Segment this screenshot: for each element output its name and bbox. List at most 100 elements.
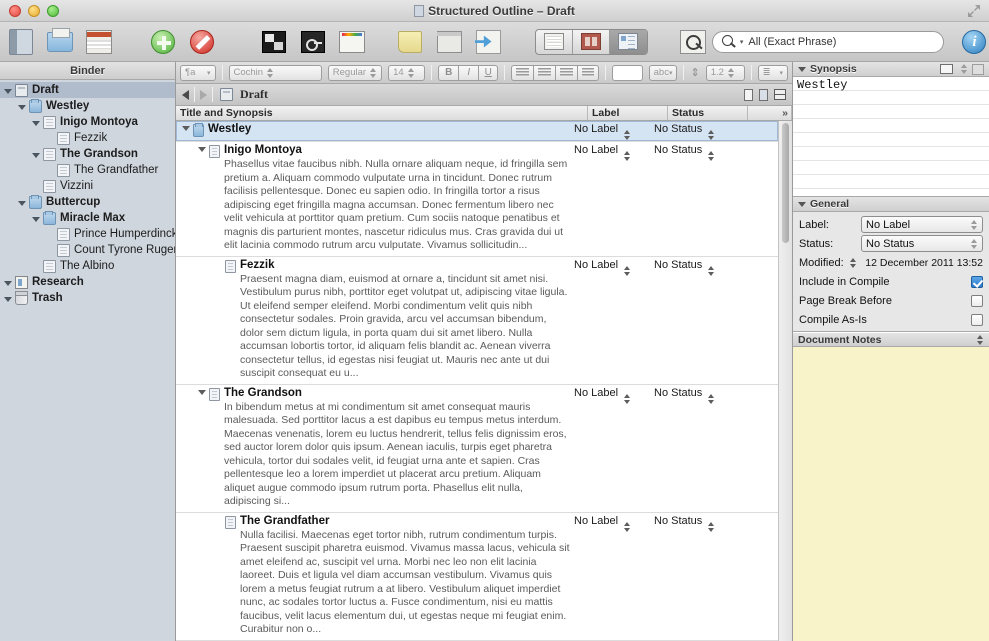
disclosure-triangle-icon[interactable]	[4, 86, 13, 95]
disclosure-triangle-icon[interactable]	[4, 294, 13, 303]
modified-date-stepper[interactable]	[849, 257, 857, 269]
disclosure-triangle-icon[interactable]	[18, 198, 27, 207]
underline-button[interactable]: U	[478, 64, 499, 81]
outliner-row[interactable]: The Grandfather Nulla facilisi. Maecenas …	[176, 513, 778, 641]
keywords-button[interactable]	[298, 28, 328, 56]
binder-item-vizzini[interactable]: Vizzini	[0, 178, 175, 194]
disclosure-triangle-icon[interactable]	[32, 214, 41, 223]
binder-item-the-grandfather[interactable]: The Grandfather	[0, 162, 175, 178]
view-mode-segmented-control[interactable]	[535, 28, 648, 55]
alignment-group[interactable]	[511, 64, 600, 81]
expand-icon[interactable]	[967, 4, 981, 18]
binder-item-draft[interactable]: Draft	[0, 82, 175, 98]
align-right-button[interactable]	[555, 64, 578, 81]
outliner-view[interactable]: Westley No Label No Status Inigo Montoya Pha…	[176, 121, 792, 641]
page-break-before-checkbox[interactable]	[971, 294, 983, 307]
status-stepper[interactable]	[708, 393, 715, 405]
add-document-button[interactable]	[148, 28, 178, 56]
binder-tree[interactable]: Draft Westley Inigo Montoya Fezzik The Grand…	[0, 80, 175, 641]
label-stepper[interactable]	[624, 393, 631, 405]
status-stepper[interactable]	[708, 129, 715, 141]
back-button[interactable]	[182, 89, 189, 100]
outliner-row[interactable]: Westley No Label No Status	[176, 121, 778, 142]
line-spacing-stepper[interactable]	[727, 67, 735, 79]
synopsis-stepper[interactable]	[961, 63, 968, 75]
document-notes-header[interactable]: Document Notes	[793, 332, 989, 347]
binder-item-westley[interactable]: Westley	[0, 98, 175, 114]
include-in-compile-checkbox[interactable]	[971, 275, 983, 288]
binder-item-inigo-montoya[interactable]: Inigo Montoya	[0, 114, 175, 130]
outliner-title-cell[interactable]: Inigo Montoya Phasellus vitae faucibus ni…	[176, 142, 574, 256]
compose-mode-button[interactable]	[259, 28, 289, 56]
label-stepper[interactable]	[624, 265, 631, 277]
font-size-dropdown[interactable]: 14	[388, 64, 426, 81]
info-button[interactable]: i	[960, 28, 989, 56]
disclosure-triangle-icon[interactable]	[32, 150, 41, 159]
minimize-button[interactable]	[28, 4, 40, 17]
binder-item-trash[interactable]: Trash	[0, 290, 175, 306]
outliner-title-cell[interactable]: The Grandfather Nulla facilisi. Maecenas …	[176, 513, 574, 640]
synopsis-panel-header[interactable]: Synopsis	[793, 62, 989, 77]
column-label[interactable]: Label	[588, 106, 668, 120]
compile-as-is-checkbox[interactable]	[971, 313, 983, 326]
view-mode-outliner[interactable]	[609, 29, 647, 54]
disclosure-triangle-icon[interactable]	[18, 102, 27, 111]
disclosure-triangle-icon[interactable]	[198, 387, 209, 509]
binder-toggle-button[interactable]	[6, 28, 36, 56]
disclosure-triangle-icon[interactable]	[798, 201, 806, 207]
outliner-row[interactable]: Inigo Montoya Phasellus vitae faucibus ni…	[176, 142, 778, 257]
export-button[interactable]	[473, 28, 503, 56]
document-notes-area[interactable]	[793, 347, 989, 641]
close-button[interactable]	[9, 4, 21, 17]
outliner-status-cell[interactable]: No Status	[654, 142, 734, 256]
status-stepper[interactable]	[708, 521, 715, 533]
outliner-title-cell[interactable]: Fezzik Praesent magna diam, euismod at or…	[176, 257, 574, 384]
binder-item-miracle-max[interactable]: Miracle Max	[0, 210, 175, 226]
outliner-status-cell[interactable]: No Status	[654, 385, 734, 512]
status-stepper[interactable]	[708, 150, 715, 162]
status-dropdown-stepper[interactable]	[971, 238, 978, 250]
synopsis-autofill-icon[interactable]	[972, 63, 984, 75]
collections-button[interactable]	[45, 27, 75, 56]
column-title-and-synopsis[interactable]: Title and Synopsis	[176, 106, 588, 120]
view-mode-corkboard[interactable]	[573, 29, 610, 54]
outliner-title-cell[interactable]: The Grandson In bibendum metus at mi cond…	[176, 385, 574, 512]
disclosure-triangle-icon[interactable]	[4, 278, 13, 287]
label-stepper[interactable]	[624, 129, 631, 141]
font-weight-dropdown[interactable]: Regular	[327, 64, 383, 81]
outliner-scrollbar-thumb[interactable]	[782, 123, 789, 243]
outliner-status-cell[interactable]: No Status	[654, 257, 734, 384]
disclosure-triangle-icon[interactable]	[32, 118, 41, 127]
italic-button[interactable]: I	[458, 64, 479, 81]
binder-item-prince-humperdinck[interactable]: Prince Humperdinck	[0, 226, 175, 242]
outliner-column-header[interactable]: Title and Synopsis Label Status »	[176, 106, 792, 121]
label-stepper[interactable]	[624, 521, 631, 533]
header-bar-up-icon[interactable]	[744, 88, 753, 101]
search-input[interactable]: ▾ All (Exact Phrase)	[711, 30, 944, 53]
font-weight-stepper[interactable]	[370, 67, 377, 79]
binder-item-buttercup[interactable]: Buttercup	[0, 194, 175, 210]
outliner-status-cell[interactable]: No Status	[654, 121, 734, 141]
page-break-before-row[interactable]: Page Break Before	[793, 291, 989, 310]
forward-button[interactable]	[200, 89, 207, 100]
synopsis-image-toggle-icon[interactable]	[940, 64, 953, 74]
label-dropdown[interactable]: No Label	[861, 216, 983, 233]
status-stepper[interactable]	[708, 265, 715, 277]
outliner-row[interactable]: The Grandson In bibendum metus at mi cond…	[176, 385, 778, 513]
binder-item-fezzik[interactable]: Fezzik	[0, 130, 175, 146]
text-style-group[interactable]: B I U	[438, 64, 499, 81]
paragraph-style-dropdown[interactable]: ¶a ▾	[180, 64, 216, 81]
notes-stepper[interactable]	[977, 334, 984, 346]
search-tool-button[interactable]	[678, 28, 708, 56]
binder-item-count-tyrone-rugen[interactable]: Count Tyrone Rugen	[0, 242, 175, 258]
column-overflow-button[interactable]: »	[748, 106, 792, 120]
binder-item-the-grandson[interactable]: The Grandson	[0, 146, 175, 162]
inspector-toggle-button[interactable]	[84, 28, 114, 56]
binder-item-the-albino[interactable]: The Albino	[0, 258, 175, 274]
compile-as-is-row[interactable]: Compile As-Is	[793, 310, 989, 329]
zoom-button[interactable]	[47, 4, 59, 17]
spelling-dropdown[interactable]: abc ▾	[648, 64, 678, 81]
quick-reference-button[interactable]	[434, 28, 464, 56]
status-dropdown[interactable]: No Status	[861, 235, 983, 252]
column-status[interactable]: Status	[668, 106, 748, 120]
